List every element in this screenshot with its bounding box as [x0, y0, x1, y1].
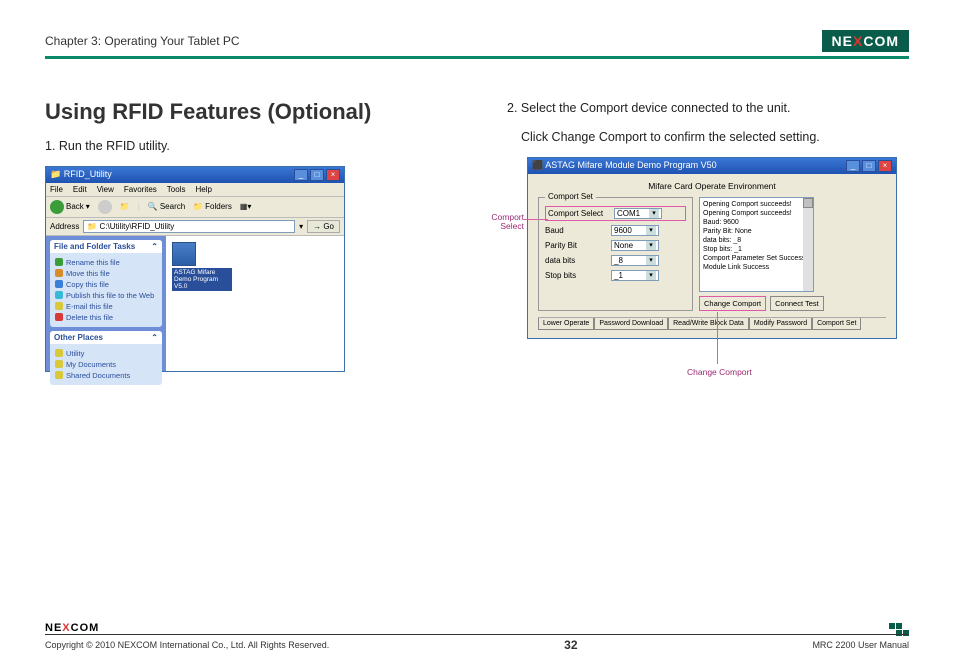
maximize-button[interactable]: □: [862, 160, 876, 172]
baud-label: Baud: [545, 226, 605, 235]
close-button[interactable]: ×: [878, 160, 892, 172]
brand-logo: NEXCOM: [822, 30, 909, 52]
stopbits-label: Stop bits: [545, 271, 605, 280]
parity-select[interactable]: None▾: [611, 240, 659, 251]
address-label: Address: [50, 222, 79, 231]
menu-edit[interactable]: Edit: [73, 185, 87, 194]
file-tasks-header: File and Folder Tasks: [54, 242, 135, 251]
tab-modify-password[interactable]: Modify Password: [749, 318, 812, 330]
comport-select[interactable]: COM1▾: [614, 208, 662, 219]
forward-button[interactable]: [98, 200, 112, 214]
explorer-toolbar: Back ▾ 📁 | 🔍Search 📁Folders ▦▾: [46, 197, 344, 218]
address-input[interactable]: 📁 C:\Utility\RFID_Utility: [83, 220, 295, 233]
chapter-title: Chapter 3: Operating Your Tablet PC: [45, 34, 240, 48]
maximize-button[interactable]: □: [310, 169, 324, 181]
explorer-title: RFID_Utility: [64, 169, 112, 179]
connect-test-button[interactable]: Connect Test: [770, 296, 824, 311]
folders-button[interactable]: 📁Folders: [193, 202, 232, 211]
menu-tools[interactable]: Tools: [167, 185, 186, 194]
databits-label: data bits: [545, 256, 605, 265]
task-email[interactable]: E-mail this file: [55, 302, 157, 311]
step-2-line2: Click Change Comport to confirm the sele…: [521, 128, 909, 147]
mifare-title: ASTAG Mifare Module Demo Program V50: [545, 160, 716, 170]
explorer-menubar: File Edit View Favorites Tools Help: [46, 183, 344, 197]
menu-favorites[interactable]: Favorites: [124, 185, 157, 194]
comport-fieldset: Comport Set Comport Select COM1▾ Baud960…: [538, 197, 693, 311]
task-rename[interactable]: Rename this file: [55, 258, 157, 267]
task-publish[interactable]: Publish this file to the Web: [55, 291, 157, 300]
explorer-window: 📁 RFID_Utility _ □ × File Edit View Favo…: [45, 166, 345, 372]
explorer-file-area: ASTAG Mifare Demo Program V5.0: [166, 236, 344, 371]
header-rule: [45, 56, 909, 59]
manual-name: MRC 2200 User Manual: [812, 640, 909, 650]
databits-select[interactable]: _8▾: [611, 255, 659, 266]
minimize-button[interactable]: _: [294, 169, 308, 181]
task-copy[interactable]: Copy this file: [55, 280, 157, 289]
task-delete[interactable]: Delete this file: [55, 313, 157, 322]
baud-select[interactable]: 9600▾: [611, 225, 659, 236]
minimize-button[interactable]: _: [846, 160, 860, 172]
search-button[interactable]: 🔍Search: [148, 202, 185, 211]
task-move[interactable]: Move this file: [55, 269, 157, 278]
section-heading: Using RFID Features (Optional): [45, 99, 447, 125]
annotation-line: [717, 312, 718, 364]
step-2-line1: 2. Select the Comport device connected t…: [507, 99, 909, 118]
other-places-header: Other Places: [54, 333, 103, 342]
tab-read-write[interactable]: Read/Write Block Data: [668, 318, 749, 330]
explorer-sidebar: File and Folder Tasks⌃ Rename this file …: [46, 236, 166, 371]
collapse-icon[interactable]: ⌃: [151, 242, 158, 251]
scrollbar[interactable]: [803, 198, 813, 291]
menu-help[interactable]: Help: [195, 185, 211, 194]
place-shared[interactable]: Shared Documents: [55, 371, 157, 380]
page-number: 32: [564, 638, 577, 652]
go-button[interactable]: → Go: [307, 220, 340, 233]
place-utility[interactable]: Utility: [55, 349, 157, 358]
menu-view[interactable]: View: [97, 185, 114, 194]
annotation-comport: Comport Select: [469, 213, 524, 232]
annotation-change: Change Comport: [687, 367, 752, 377]
step-1-text: 1. Run the RFID utility.: [45, 137, 447, 156]
tab-comport-set[interactable]: Comport Set: [812, 318, 861, 330]
mifare-tabs: Lower Operate Password Download Read/Wri…: [538, 317, 886, 330]
collapse-icon[interactable]: ⌃: [151, 333, 158, 342]
comport-legend: Comport Set: [545, 192, 596, 201]
close-button[interactable]: ×: [326, 169, 340, 181]
stopbits-select[interactable]: _1▾: [611, 270, 659, 281]
copyright-text: Copyright © 2010 NEXCOM International Co…: [45, 640, 329, 650]
tab-password-download[interactable]: Password Download: [594, 318, 668, 330]
up-button[interactable]: 📁: [120, 202, 130, 211]
place-mydocs[interactable]: My Documents: [55, 360, 157, 369]
tab-lower-operate[interactable]: Lower Operate: [538, 318, 594, 330]
back-button[interactable]: Back ▾: [50, 200, 90, 214]
comport-label: Comport Select: [548, 209, 608, 218]
env-title: Mifare Card Operate Environment: [538, 181, 886, 191]
mifare-window: ⬛ ASTAG Mifare Module Demo Program V50 _…: [527, 157, 897, 339]
footer-logo: NEXCOM: [45, 622, 909, 634]
explorer-titlebar: 📁 RFID_Utility _ □ ×: [46, 167, 344, 183]
change-comport-button[interactable]: Change Comport: [699, 296, 766, 311]
log-box: Opening Comport succeeds! Opening Compor…: [699, 197, 814, 292]
views-button[interactable]: ▦▾: [240, 202, 252, 211]
mifare-titlebar: ⬛ ASTAG Mifare Module Demo Program V50 _…: [528, 158, 896, 174]
file-icon[interactable]: [172, 242, 196, 266]
parity-label: Parity Bit: [545, 241, 605, 250]
file-name-label: ASTAG Mifare Demo Program V5.0: [172, 268, 232, 291]
footer-rule: [45, 634, 909, 635]
menu-file[interactable]: File: [50, 185, 63, 194]
